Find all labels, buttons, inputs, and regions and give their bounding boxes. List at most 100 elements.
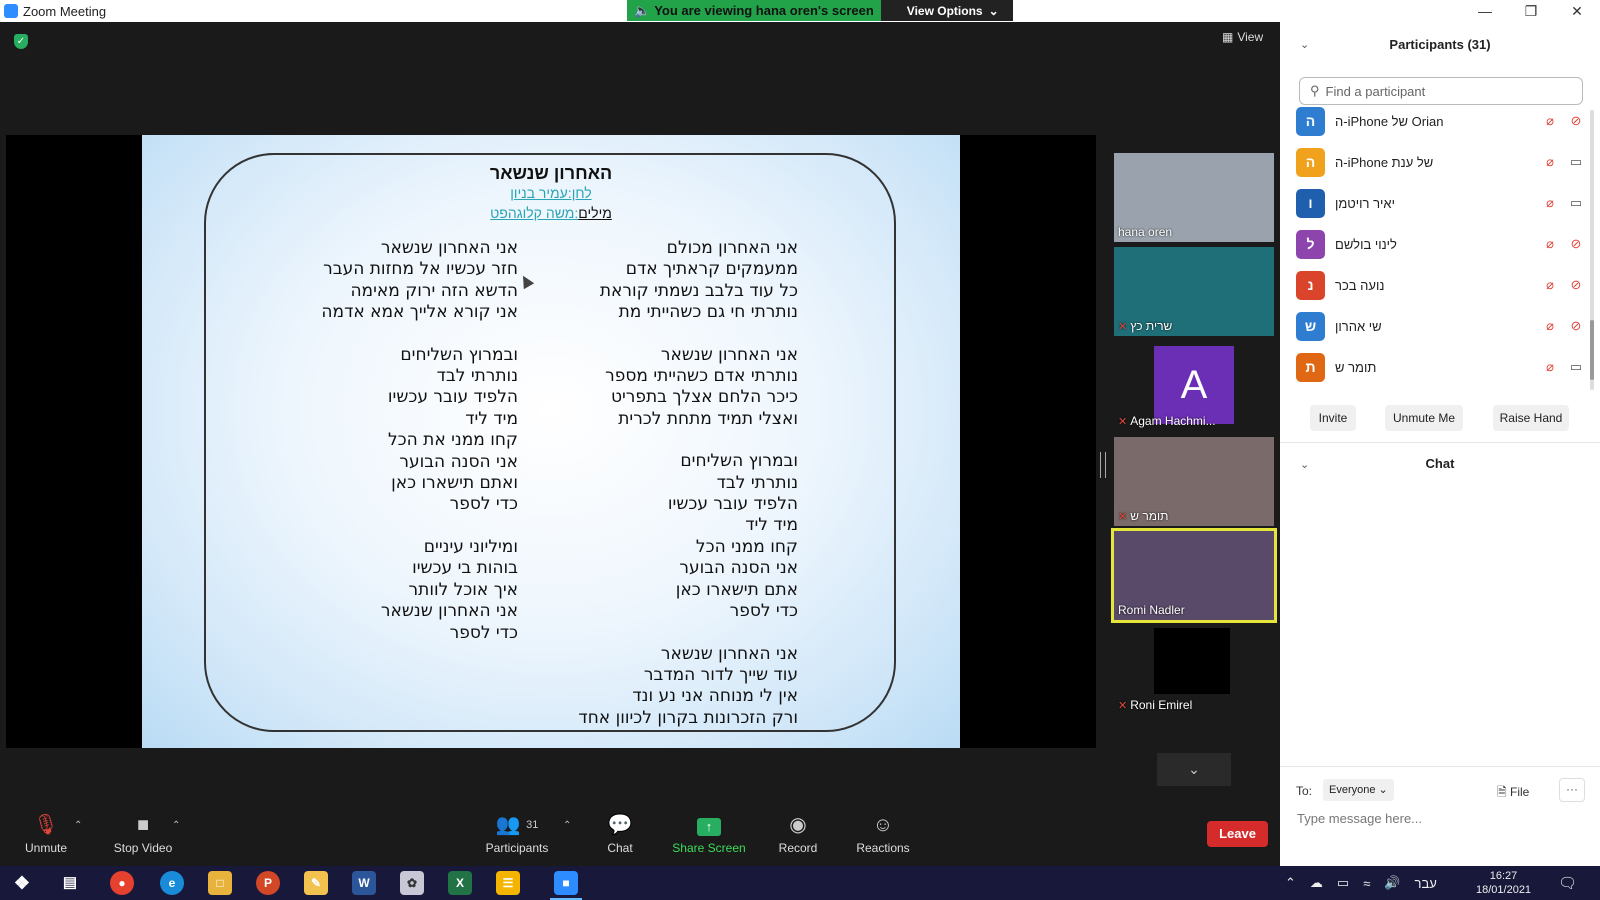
record-icon: ◉ xyxy=(789,814,807,836)
file-button[interactable]: 🗎 File xyxy=(1497,783,1529,804)
participants-options-caret[interactable]: ⌃ xyxy=(563,820,571,831)
participant-video-tile[interactable]: ✕ תומר ש xyxy=(1114,437,1274,526)
muted-mic-icon: ⌀ xyxy=(1546,195,1554,210)
chevron-down-icon: ⌄ xyxy=(988,3,999,18)
excel-icon[interactable]: X xyxy=(448,871,472,895)
participant-row[interactable]: ש שי אהרון ⌀ ⊘ xyxy=(1296,306,1586,346)
lyrics-line: איך אוכל לוותר xyxy=(408,579,518,600)
lyrics-line: ובמרוץ השליחים xyxy=(680,451,798,472)
security-shield-icon[interactable]: ✓ xyxy=(14,34,28,49)
wifi-icon[interactable]: ≈ xyxy=(1363,876,1370,891)
view-options-button[interactable]: View Options ⌄ xyxy=(880,0,1013,21)
participants-count: 31 xyxy=(526,819,539,831)
language-indicator[interactable]: עבר xyxy=(1415,876,1437,891)
clock[interactable]: 16:27 18/01/2021 xyxy=(1476,869,1531,897)
volume-icon[interactable]: 🔊 xyxy=(1384,875,1400,891)
tile-name: שרית כץ xyxy=(1130,319,1173,333)
battery-icon[interactable]: ▭ xyxy=(1337,875,1349,891)
recipient-select[interactable]: Everyone ⌄ xyxy=(1323,779,1394,801)
invite-button[interactable]: Invite xyxy=(1310,405,1356,431)
participant-row[interactable]: ת תומר ש ⌀ ▭ xyxy=(1296,347,1586,387)
app-icon[interactable]: ✎ xyxy=(304,871,328,895)
people-icon: 👥 xyxy=(495,814,521,836)
participant-row[interactable]: ה ה-iPhone של ענת ⌀ ▭ xyxy=(1296,142,1586,182)
lyrics-line: ובמרוץ השליחים xyxy=(400,344,518,365)
participant-row[interactable]: ו יאיר רויטמן ⌀ ▭ xyxy=(1296,183,1586,223)
notifications-icon[interactable]: 🗨 xyxy=(1558,874,1577,892)
view-button[interactable]: ▦ View xyxy=(1222,30,1263,44)
raise-hand-button[interactable]: Raise Hand xyxy=(1493,405,1569,431)
participant-row[interactable]: נ נועה בכר ⌀ ⊘ xyxy=(1296,265,1586,305)
muted-mic-icon: ✕ xyxy=(1118,699,1128,712)
composer-link[interactable]: לחן:עמיר בניון xyxy=(510,185,591,201)
reactions-label: Reactions xyxy=(856,841,910,855)
file-explorer-icon[interactable]: □ xyxy=(208,871,232,895)
windows-start-icon[interactable]: ❖ xyxy=(10,871,34,895)
word-icon[interactable]: W xyxy=(352,871,376,895)
lyrics-line: נותרתי לבד xyxy=(716,472,798,493)
more-options-button[interactable]: ··· xyxy=(1559,778,1585,802)
participant-video-tile[interactable]: hana oren xyxy=(1114,153,1274,242)
participants-scrollbar[interactable] xyxy=(1590,110,1594,390)
tile-name-tag: ✕ תומר ש xyxy=(1118,509,1168,523)
participants-label: Participants xyxy=(485,841,549,855)
task-view-icon[interactable]: ▤ xyxy=(58,871,82,895)
lyrics-stanza: ובמרוץ השליחים נותרתי לבד הלפיד עובר עכשיו… xyxy=(578,451,798,622)
meeting-toolbar: 🎙 Unmute ⌃ ■ Stop Video ⌃ 👥 31 Participa… xyxy=(0,808,1280,866)
thumbnails-scroll-down-button[interactable]: ⌄ xyxy=(1157,753,1231,786)
to-label: To: xyxy=(1296,784,1313,798)
participant-video-tile[interactable]: ✕ שרית כץ xyxy=(1114,247,1274,336)
record-label: Record xyxy=(778,841,818,855)
participant-row[interactable]: ל לינוי בולשם ⌀ ⊘ xyxy=(1296,224,1586,264)
participant-video-tile[interactable]: ✕ Roni Emirel xyxy=(1114,626,1274,715)
close-icon[interactable]: ✕ xyxy=(1554,0,1600,22)
lyrics-line: נותרתי לבד xyxy=(436,366,518,387)
chevron-up-icon[interactable]: ⌃ xyxy=(1285,875,1296,891)
unmute-me-button[interactable]: Unmute Me xyxy=(1385,405,1463,431)
participant-avatar: ש xyxy=(1296,311,1325,341)
participant-video-tile[interactable]: A ✕ Agam Hachmi... xyxy=(1114,342,1274,431)
unmute-button[interactable]: 🎙 Unmute xyxy=(20,814,72,855)
sticky-notes-icon[interactable]: ☰ xyxy=(496,871,520,895)
record-button[interactable]: ◉ Record xyxy=(776,814,820,855)
participant-video-tile[interactable]: Romi Nadler xyxy=(1111,528,1277,623)
participants-title: Participants (31) xyxy=(1389,37,1491,52)
song-title: האחרון שנשאר xyxy=(489,163,613,183)
leave-button[interactable]: Leave xyxy=(1207,821,1268,847)
lyrics-line: ומיליוני עיניים xyxy=(423,536,518,557)
edge-icon[interactable]: e xyxy=(160,871,184,895)
tile-name: תומר ש xyxy=(1130,509,1169,523)
clock-time: 16:27 xyxy=(1489,870,1518,882)
lyrics-line: אני האחרון שנשאר xyxy=(660,344,798,365)
muted-mic-icon: ✕ xyxy=(1118,510,1128,523)
lyrics-line: ממעמקים קראתיך אדם xyxy=(625,259,798,280)
lyricist-link[interactable]: :משה קלוגהפט xyxy=(490,205,578,221)
search-placeholder: Find a participant xyxy=(1325,83,1426,99)
minimize-icon[interactable]: — xyxy=(1462,0,1508,22)
restore-icon[interactable]: ❐ xyxy=(1508,0,1554,22)
participants-button[interactable]: 👥 31 Participants xyxy=(482,814,552,855)
stop-video-button[interactable]: ■ Stop Video xyxy=(106,814,180,855)
chat-label: Chat xyxy=(607,841,633,855)
lyrics-line: קחו ממני הכל xyxy=(695,536,798,557)
share-screen-button[interactable]: ↑ Share Screen xyxy=(672,814,746,855)
chrome-icon[interactable]: ● xyxy=(110,871,134,895)
paint-icon[interactable]: ✿ xyxy=(400,871,424,895)
reactions-button[interactable]: ☺ Reactions xyxy=(853,814,913,855)
chat-message-input[interactable]: Type message here... xyxy=(1297,811,1422,826)
search-icon: ⚲ xyxy=(1310,83,1320,98)
participant-name: נועה בכר xyxy=(1335,277,1385,293)
participant-row[interactable]: ה ה-iPhone של Orian ⌀ ⊘ xyxy=(1296,101,1586,141)
resize-handle[interactable] xyxy=(1100,452,1106,478)
chat-button[interactable]: 💬 Chat xyxy=(600,814,640,855)
scrollbar-thumb[interactable] xyxy=(1590,320,1594,380)
audio-options-caret[interactable]: ⌃ xyxy=(74,820,82,831)
tile-name-tag: ✕ שרית כץ xyxy=(1118,319,1172,333)
muted-mic-icon: 🎙 xyxy=(33,814,59,836)
lyrics-stanza: אני האחרון שנשאר עוד שייך לדור המדבר אין ל… xyxy=(578,644,798,730)
lyrics-line: הלפיד עובר עכשיו xyxy=(667,494,798,515)
powerpoint-icon[interactable]: P xyxy=(256,871,280,895)
onedrive-icon[interactable]: ☁ xyxy=(1310,875,1323,891)
zoom-taskbar-icon[interactable]: ■ xyxy=(550,871,582,900)
video-options-caret[interactable]: ⌃ xyxy=(172,820,180,831)
